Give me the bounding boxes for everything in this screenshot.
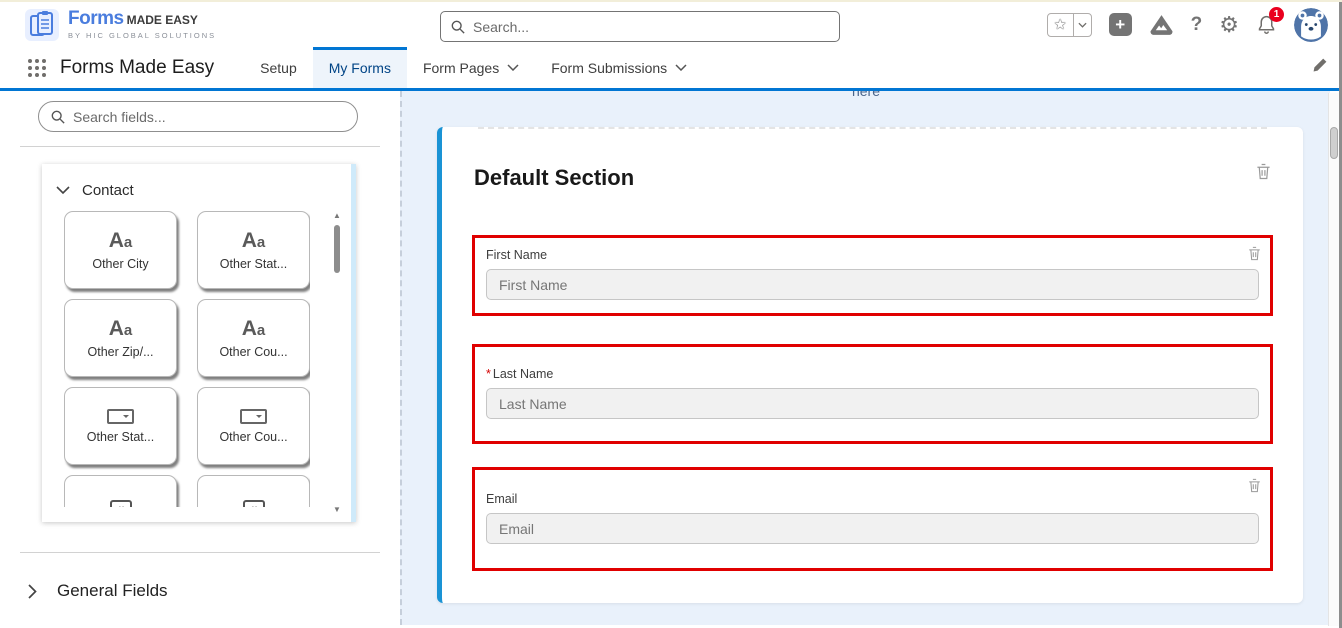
field-search-input[interactable] — [73, 109, 345, 125]
picklist-field-icon — [107, 409, 134, 424]
chevron-down-icon — [56, 186, 70, 195]
delete-field-button[interactable] — [1248, 478, 1261, 498]
forms-made-easy-logo: FormsMADE EASY BY HIC GLOBAL SOLUTIONS — [24, 8, 216, 42]
nav-tabs: Setup My Forms Form Pages Form Submissio… — [244, 47, 703, 88]
text-field-icon: Aa — [242, 230, 266, 251]
drop-zone-dashed-line — [478, 127, 1267, 129]
search-icon — [51, 110, 65, 124]
quick-add-button[interactable]: + — [1109, 13, 1132, 36]
field-search[interactable] — [38, 101, 358, 132]
email-input[interactable] — [486, 513, 1259, 544]
avatar-bear-icon — [1294, 8, 1328, 42]
contact-section-label: Contact — [82, 182, 134, 199]
pencil-icon — [1312, 57, 1328, 73]
field-label: First Name — [486, 248, 1259, 262]
scroll-up-arrow[interactable]: ▲ — [332, 212, 342, 220]
field-label: *Last Name — [486, 367, 1259, 381]
general-fields-label: General Fields — [57, 581, 168, 601]
drop-hint-clipped: here — [402, 91, 1330, 100]
favorites-split-button: ★ — [1047, 13, 1092, 37]
panel-scrollbar: ▲ ▼ — [332, 212, 342, 514]
delete-section-button[interactable] — [1256, 163, 1271, 185]
chevron-down-icon — [507, 64, 519, 71]
field-tile-other-state[interactable]: Aa Other Stat... — [197, 211, 310, 289]
window-scrollbar-thumb[interactable] — [1330, 127, 1338, 159]
tab-form-pages[interactable]: Form Pages — [407, 47, 535, 88]
field-tile-number[interactable]: # — [64, 475, 177, 507]
edit-nav-button[interactable] — [1312, 57, 1328, 78]
divider — [20, 552, 380, 553]
trash-icon — [1248, 478, 1261, 493]
trailhead-icon — [1149, 14, 1174, 36]
field-tile-other-zip[interactable]: Aa Other Zip/... — [64, 299, 177, 377]
divider — [20, 146, 380, 147]
app-launcher-button[interactable] — [28, 59, 46, 77]
chevron-right-icon — [28, 584, 37, 599]
delete-field-button[interactable] — [1248, 246, 1261, 266]
default-section-card: Default Section First Name *Last Name — [437, 127, 1303, 603]
field-tile-number[interactable]: # — [197, 475, 310, 507]
fields-sidebar: Contact Aa Other City Aa Other Stat... A… — [0, 91, 400, 625]
text-field-icon: Aa — [242, 318, 266, 339]
app-navbar: Forms Made Easy Setup My Forms Form Page… — [0, 47, 1342, 91]
logo-suffix: MADE EASY — [127, 13, 198, 27]
app-name: Forms Made Easy — [60, 57, 214, 79]
field-tile-other-country-picklist[interactable]: Other Cou... — [197, 387, 310, 465]
last-name-input[interactable] — [486, 388, 1259, 419]
first-name-input[interactable] — [486, 269, 1259, 300]
chevron-down-icon — [1078, 22, 1087, 28]
text-field-icon: Aa — [109, 230, 133, 251]
logo-brand: Forms — [68, 8, 124, 29]
contact-fields-panel: Contact Aa Other City Aa Other Stat... A… — [42, 164, 356, 522]
field-label: Email — [486, 492, 1259, 506]
logo-tagline: BY HIC GLOBAL SOLUTIONS — [68, 31, 216, 40]
global-search-input[interactable] — [473, 19, 829, 35]
chevron-down-icon — [675, 64, 687, 71]
global-search[interactable] — [440, 11, 840, 42]
form-field-first-name[interactable]: First Name — [472, 235, 1273, 316]
field-tile-other-country[interactable]: Aa Other Cou... — [197, 299, 310, 377]
picklist-field-icon — [240, 409, 267, 424]
panel-scrollbar-thumb[interactable] — [334, 225, 340, 273]
favorite-star-button[interactable]: ★ — [1048, 14, 1074, 36]
clipboard-logo-icon — [24, 8, 60, 42]
trash-icon — [1248, 246, 1261, 261]
form-builder-canvas: here Default Section First Name — [400, 91, 1330, 625]
number-field-icon: # — [243, 500, 265, 507]
notifications-button[interactable]: 1 — [1256, 14, 1277, 35]
field-tile-other-city[interactable]: Aa Other City — [64, 211, 177, 289]
setup-gear-button[interactable]: ⚙ — [1219, 14, 1239, 36]
number-field-icon: # — [110, 500, 132, 507]
contact-fields-scroll-area: Aa Other City Aa Other Stat... Aa Other … — [64, 211, 310, 507]
help-button[interactable]: ? — [1191, 14, 1203, 36]
field-tile-other-state-picklist[interactable]: Other Stat... — [64, 387, 177, 465]
section-title: Default Section — [474, 165, 1273, 191]
required-marker: * — [486, 367, 491, 381]
search-icon — [451, 20, 465, 34]
scroll-down-arrow[interactable]: ▼ — [332, 506, 342, 514]
notification-badge: 1 — [1269, 7, 1284, 22]
tab-form-submissions[interactable]: Form Submissions — [535, 47, 703, 88]
app-header: FormsMADE EASY BY HIC GLOBAL SOLUTIONS ★… — [0, 2, 1342, 47]
trailhead-button[interactable] — [1149, 14, 1174, 36]
tab-setup[interactable]: Setup — [244, 47, 313, 88]
favorites-dropdown-button[interactable] — [1074, 14, 1091, 36]
contact-section-toggle[interactable]: Contact — [42, 164, 351, 205]
form-field-email[interactable]: Email — [472, 467, 1273, 571]
trash-icon — [1256, 163, 1271, 180]
user-avatar[interactable] — [1294, 8, 1328, 42]
window-scrollbar[interactable] — [1328, 93, 1339, 626]
tab-my-forms[interactable]: My Forms — [313, 47, 407, 88]
form-field-last-name[interactable]: *Last Name — [472, 344, 1273, 444]
general-fields-section-toggle[interactable]: General Fields — [28, 581, 400, 601]
text-field-icon: Aa — [109, 318, 133, 339]
